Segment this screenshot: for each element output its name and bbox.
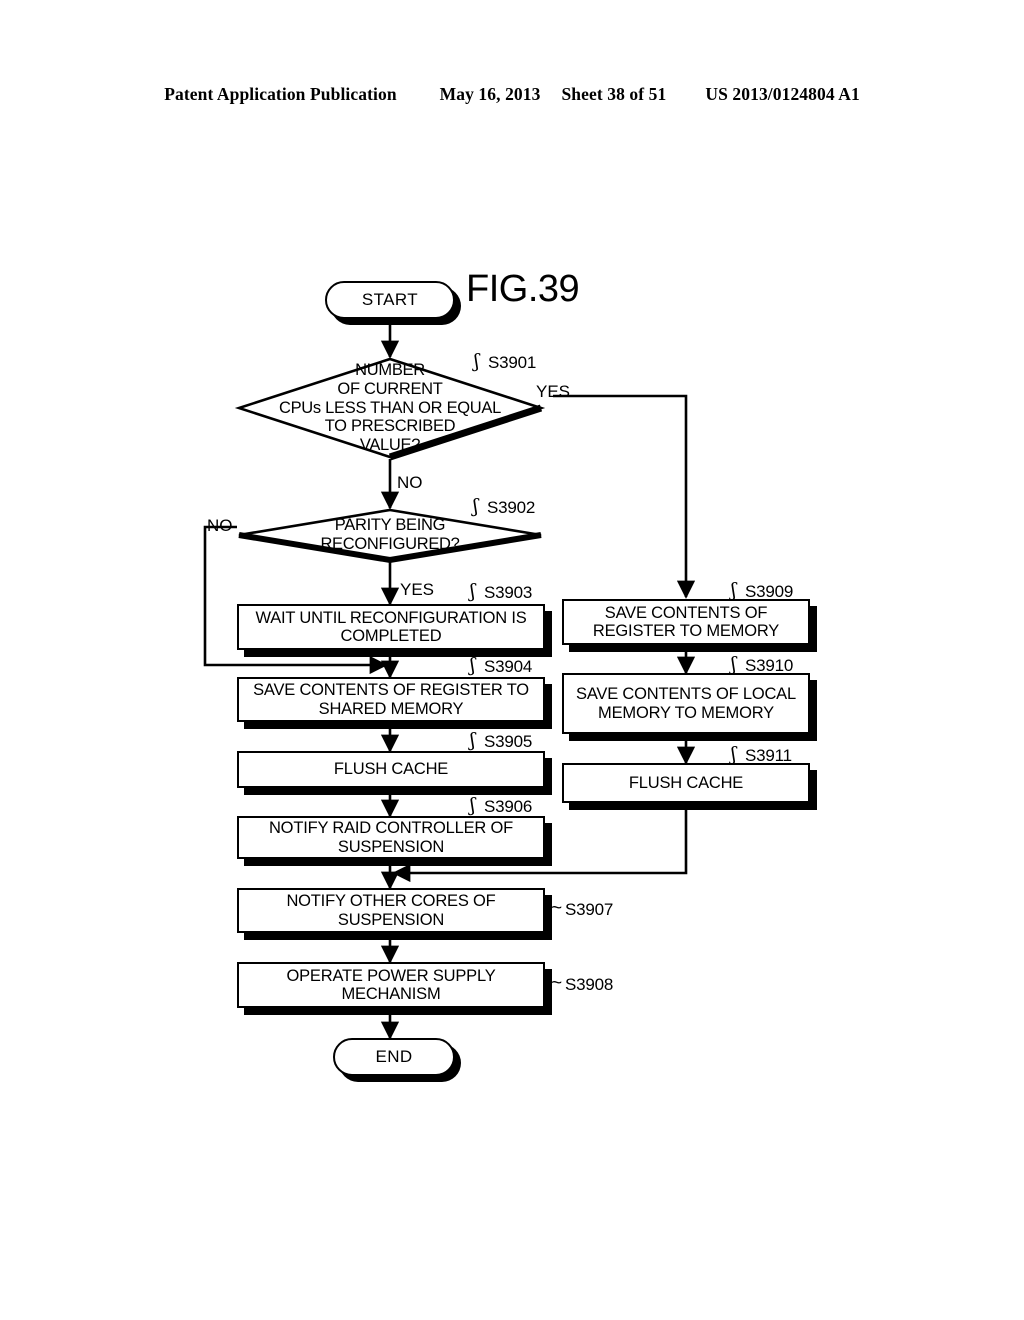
step-label-s3910: ʃ S3910 xyxy=(731,653,794,676)
step-label-s3911: ʃ S3911 xyxy=(731,743,792,766)
step-marker-icon: ~ xyxy=(551,898,562,919)
process-s3906: NOTIFY RAID CONTROLLER OF SUSPENSION xyxy=(237,816,545,859)
step-marker-icon: ʃ xyxy=(731,579,736,601)
step-marker-icon: ʃ xyxy=(731,743,736,765)
step-label-s3901: ʃ S3901 xyxy=(474,350,537,373)
step-label-s3905-text: S3905 xyxy=(484,732,533,751)
flowchart-figure: FIG.39 START NUMBER OF CURRENT CPUs LESS… xyxy=(0,0,1024,1320)
step-label-s3903-text: S3903 xyxy=(484,583,533,602)
process-s3908: OPERATE POWER SUPPLY MECHANISM xyxy=(237,962,545,1008)
step-label-s3902: ʃ S3902 xyxy=(473,495,536,518)
process-s3908-text: OPERATE POWER SUPPLY MECHANISM xyxy=(286,966,496,1003)
branch-label-s3902-yes: YES xyxy=(400,580,435,599)
process-s3909: SAVE CONTENTS OF REGISTER TO MEMORY xyxy=(562,599,810,645)
process-s3903: WAIT UNTIL RECONFIGURATION IS COMPLETED xyxy=(237,604,545,650)
step-label-s3909-text: S3909 xyxy=(745,582,794,601)
branch-label-s3902-no: NO xyxy=(207,516,233,535)
process-s3907: NOTIFY OTHER CORES OF SUSPENSION xyxy=(237,888,545,933)
step-label-s3907: ~ S3907 xyxy=(551,898,614,921)
step-marker-icon: ʃ xyxy=(470,654,475,676)
step-label-s3910-text: S3910 xyxy=(745,656,794,675)
step-label-s3905: ʃ S3905 xyxy=(470,729,533,752)
step-label-s3902-text: S3902 xyxy=(487,498,536,517)
step-marker-icon: ʃ xyxy=(473,495,478,517)
terminator-start-label: START xyxy=(361,290,419,310)
process-s3905: FLUSH CACHE xyxy=(237,751,545,788)
step-marker-icon: ʃ xyxy=(470,580,475,602)
step-marker-icon: ʃ xyxy=(470,729,475,751)
process-s3911-text: FLUSH CACHE xyxy=(628,773,744,792)
step-label-s3904-text: S3904 xyxy=(484,657,533,676)
step-marker-icon: ʃ xyxy=(731,653,736,675)
process-s3907-text: NOTIFY OTHER CORES OF SUSPENSION xyxy=(286,892,496,929)
process-s3911: FLUSH CACHE xyxy=(562,763,810,803)
process-s3904-text: SAVE CONTENTS OF REGISTER TO SHARED MEMO… xyxy=(253,681,529,718)
step-label-s3911-text: S3911 xyxy=(745,746,792,765)
process-s3906-text: NOTIFY RAID CONTROLLER OF SUSPENSION xyxy=(268,819,514,856)
process-s3910-text: SAVE CONTENTS OF LOCAL MEMORY TO MEMORY xyxy=(576,685,796,722)
step-label-s3908: ~ S3908 xyxy=(551,973,614,996)
process-s3904: SAVE CONTENTS OF REGISTER TO SHARED MEMO… xyxy=(237,677,545,722)
step-label-s3906: ʃ S3906 xyxy=(470,794,533,817)
process-s3905-text: FLUSH CACHE xyxy=(333,760,449,779)
step-label-s3907-text: S3907 xyxy=(565,900,614,919)
process-s3910: SAVE CONTENTS OF LOCAL MEMORY TO MEMORY xyxy=(562,673,810,734)
step-marker-icon: ~ xyxy=(551,973,562,994)
step-label-s3909: ʃ S3909 xyxy=(731,579,794,602)
branch-label-s3901-no: NO xyxy=(397,473,423,492)
process-s3909-text: SAVE CONTENTS OF REGISTER TO MEMORY xyxy=(592,603,780,640)
step-label-s3904: ʃ S3904 xyxy=(470,654,533,677)
process-s3903-text: WAIT UNTIL RECONFIGURATION IS COMPLETED xyxy=(255,608,527,645)
step-label-s3906-text: S3906 xyxy=(484,797,533,816)
step-label-s3901-text: S3901 xyxy=(488,353,537,372)
terminator-end: END xyxy=(333,1038,455,1076)
step-label-s3903: ʃ S3903 xyxy=(470,580,533,603)
branch-label-s3901-yes: YES xyxy=(536,382,571,401)
step-label-s3908-text: S3908 xyxy=(565,975,614,994)
terminator-start: START xyxy=(325,281,455,319)
step-marker-icon: ʃ xyxy=(474,350,479,372)
terminator-end-label: END xyxy=(375,1047,413,1067)
step-marker-icon: ʃ xyxy=(470,794,475,816)
